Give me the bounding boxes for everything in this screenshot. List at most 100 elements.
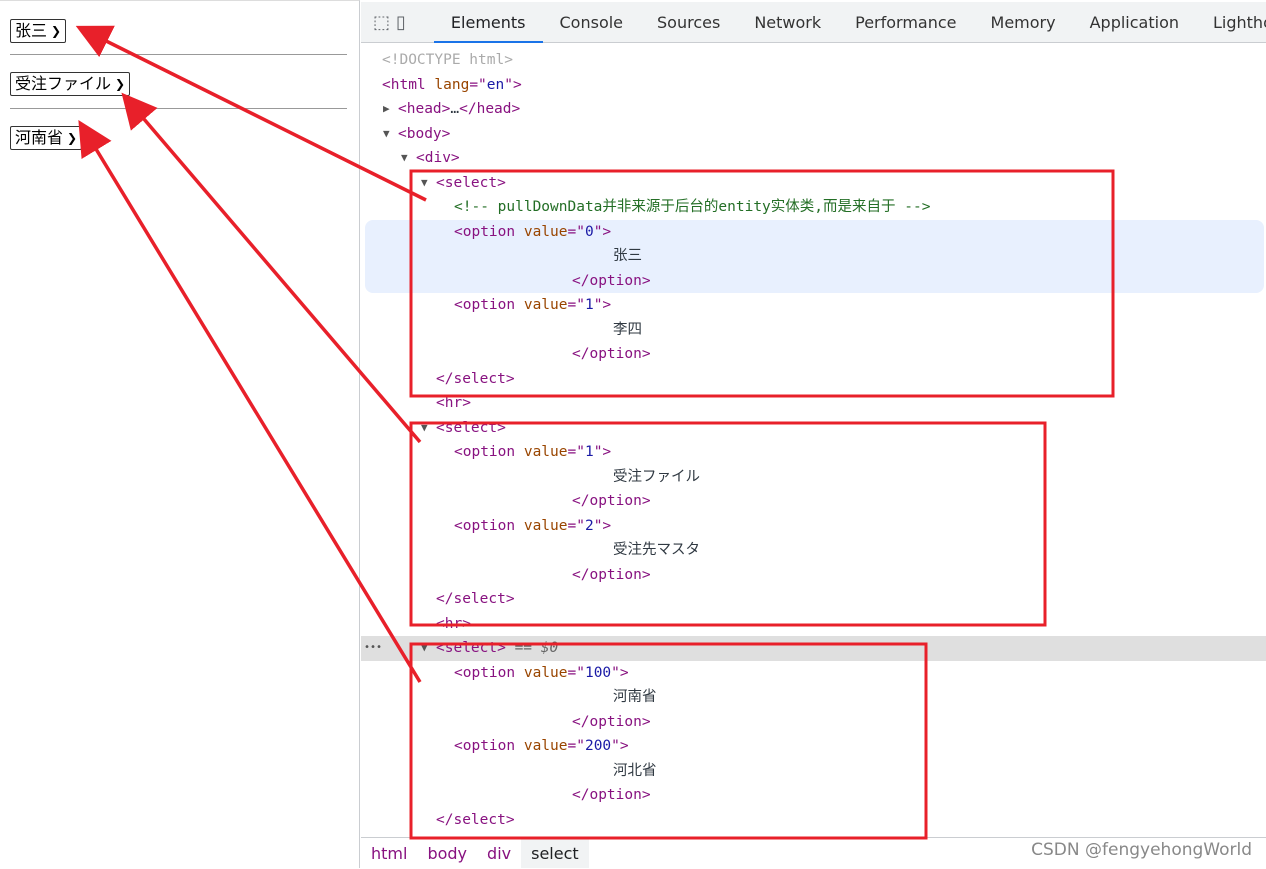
device-toolbar-icon[interactable]: ▯	[396, 9, 406, 35]
tab-application[interactable]: Application	[1073, 2, 1196, 43]
tree-node[interactable]: 张三	[365, 244, 1264, 269]
tree-node[interactable]: 受注先マスタ	[361, 538, 1266, 563]
token-tag: <option	[454, 664, 524, 681]
tree-node[interactable]: 河北省	[361, 759, 1266, 784]
collapse-triangle-icon[interactable]: ▼	[401, 146, 408, 171]
token-tag: <select>	[436, 174, 506, 191]
token-tag: ">	[611, 738, 629, 754]
chevron-down-icon: ❯	[51, 24, 62, 38]
token-val: 0	[584, 223, 594, 240]
token-tag: </select>	[436, 591, 515, 607]
tree-node[interactable]: </select>	[361, 587, 1266, 612]
breadcrumb-body[interactable]: body	[417, 838, 477, 868]
token-txt: …	[450, 101, 460, 117]
tree-node[interactable]: </option>	[361, 710, 1266, 735]
watermark: CSDN @fengyehongWorld	[1031, 840, 1252, 860]
token-tag: ="	[567, 517, 585, 534]
select-value: 张三	[15, 21, 48, 40]
tree-node[interactable]: <hr>	[361, 612, 1266, 637]
expand-triangle-icon[interactable]: ▶	[383, 97, 390, 122]
token-tag: ">	[593, 517, 612, 534]
breadcrumb-html[interactable]: html	[361, 838, 417, 868]
tab-network[interactable]: Network	[737, 2, 838, 43]
token-tag: <html	[382, 76, 435, 93]
tree-node[interactable]: </option>	[361, 783, 1266, 808]
token-txt: 受注ファイル	[613, 468, 700, 485]
collapse-triangle-icon[interactable]: ▼	[421, 171, 428, 196]
tree-node[interactable]: ••• ▼ <select> == $0	[361, 636, 1266, 661]
tree-node[interactable]: <html lang="en">	[361, 73, 1266, 98]
tree-node[interactable]: ▼ <body>	[361, 122, 1266, 147]
tree-node[interactable]: ▼ <select>	[361, 416, 1266, 441]
tree-node[interactable]: </option>	[365, 268, 1264, 293]
token-cm: <!-- pullDownData并非来源于后台的entity实体类,而是来自于…	[454, 199, 931, 215]
token-attr: lang	[434, 76, 470, 93]
tree-node[interactable]: <option value="200">	[361, 734, 1266, 759]
token-txt: 河南省	[613, 689, 657, 705]
token-tag: ="	[567, 297, 585, 313]
more-icon[interactable]: •••	[364, 636, 382, 661]
tree-node[interactable]: <option value="2">	[361, 514, 1266, 539]
token-attr: value	[523, 517, 568, 534]
token-tag: ="	[469, 76, 487, 93]
select-value: 河南省	[15, 128, 64, 147]
tree-node[interactable]: <hr>	[361, 391, 1266, 416]
token-tag: <hr>	[436, 615, 471, 632]
collapse-triangle-icon[interactable]: ▼	[383, 122, 390, 147]
token-tag: </select>	[436, 811, 515, 828]
collapse-triangle-icon[interactable]: ▼	[421, 636, 428, 661]
token-attr: value	[523, 444, 568, 460]
devtools-toolbar: ⬚ ▯ Elements Console Sources Network Perform…	[361, 2, 1266, 43]
token-tag: </option>	[572, 272, 651, 289]
tree-node[interactable]: ▶ <head>…</head>	[361, 97, 1266, 122]
devtools-panel: ⬚ ▯ Elements Console Sources Network Perform…	[361, 0, 1266, 868]
token-txt: 受注先マスタ	[613, 542, 700, 558]
tab-sources[interactable]: Sources	[640, 2, 737, 43]
token-eq: == $0	[505, 640, 559, 656]
tree-node[interactable]: </select>	[361, 367, 1266, 392]
inspect-element-icon[interactable]: ⬚	[373, 9, 390, 35]
token-tag: ="	[567, 444, 585, 460]
token-tag: ="	[567, 738, 585, 754]
tree-node[interactable]: 受注ファイル	[361, 465, 1266, 490]
token-tag: ">	[593, 444, 612, 460]
tree-node[interactable]: <!DOCTYPE html>	[361, 48, 1266, 73]
breadcrumb-div[interactable]: div	[477, 838, 521, 868]
token-attr: value	[523, 664, 568, 681]
province-select[interactable]: 河南省 ❯	[10, 126, 83, 150]
token-tag: </select>	[436, 370, 515, 387]
tree-node[interactable]: ▼ <select>	[361, 171, 1266, 196]
tree-node[interactable]: <option value="1">	[361, 440, 1266, 465]
tree-node[interactable]: <option value="0">	[365, 219, 1264, 244]
tab-console[interactable]: Console	[543, 2, 641, 43]
tree-node[interactable]: </option>	[361, 563, 1266, 588]
token-val: en	[486, 76, 505, 93]
tree-node[interactable]: ▼ <div>	[361, 146, 1266, 171]
tab-performance[interactable]: Performance	[838, 2, 973, 43]
token-tag: <option	[454, 738, 524, 754]
token-tag: ">	[611, 664, 629, 681]
tab-elements[interactable]: Elements	[433, 2, 543, 43]
elements-tree: <!DOCTYPE html> <html lang="en"> ▶ <head>…<…	[361, 43, 1266, 837]
tree-node[interactable]: <option value="100">	[361, 661, 1266, 686]
tree-node[interactable]: 河南省	[361, 685, 1266, 710]
tree-node[interactable]: <!-- pullDownData并非来源于后台的entity实体类,而是来自于…	[361, 195, 1266, 220]
token-tag: ="	[567, 664, 585, 681]
tab-memory[interactable]: Memory	[974, 2, 1073, 43]
tree-node[interactable]: 李四	[361, 318, 1266, 343]
token-tag: ">	[593, 223, 612, 240]
token-val: 2	[584, 517, 594, 534]
tree-node[interactable]: <option value="1">	[361, 293, 1266, 318]
chevron-down-icon: ❯	[115, 77, 126, 91]
tree-node[interactable]: </option>	[361, 489, 1266, 514]
breadcrumb-select[interactable]: select	[521, 838, 589, 868]
token-tag: <option	[454, 297, 524, 313]
file-select[interactable]: 受注ファイル ❯	[10, 72, 131, 96]
collapse-triangle-icon[interactable]: ▼	[421, 416, 428, 441]
token-tag: </head>	[459, 101, 521, 117]
tree-node[interactable]: </option>	[361, 342, 1266, 367]
name-select[interactable]: 张三 ❯	[10, 19, 67, 43]
token-attr: value	[523, 738, 568, 754]
tree-node[interactable]: </select>	[361, 808, 1266, 833]
tab-lighthouse[interactable]: Lighthouse	[1196, 2, 1266, 43]
